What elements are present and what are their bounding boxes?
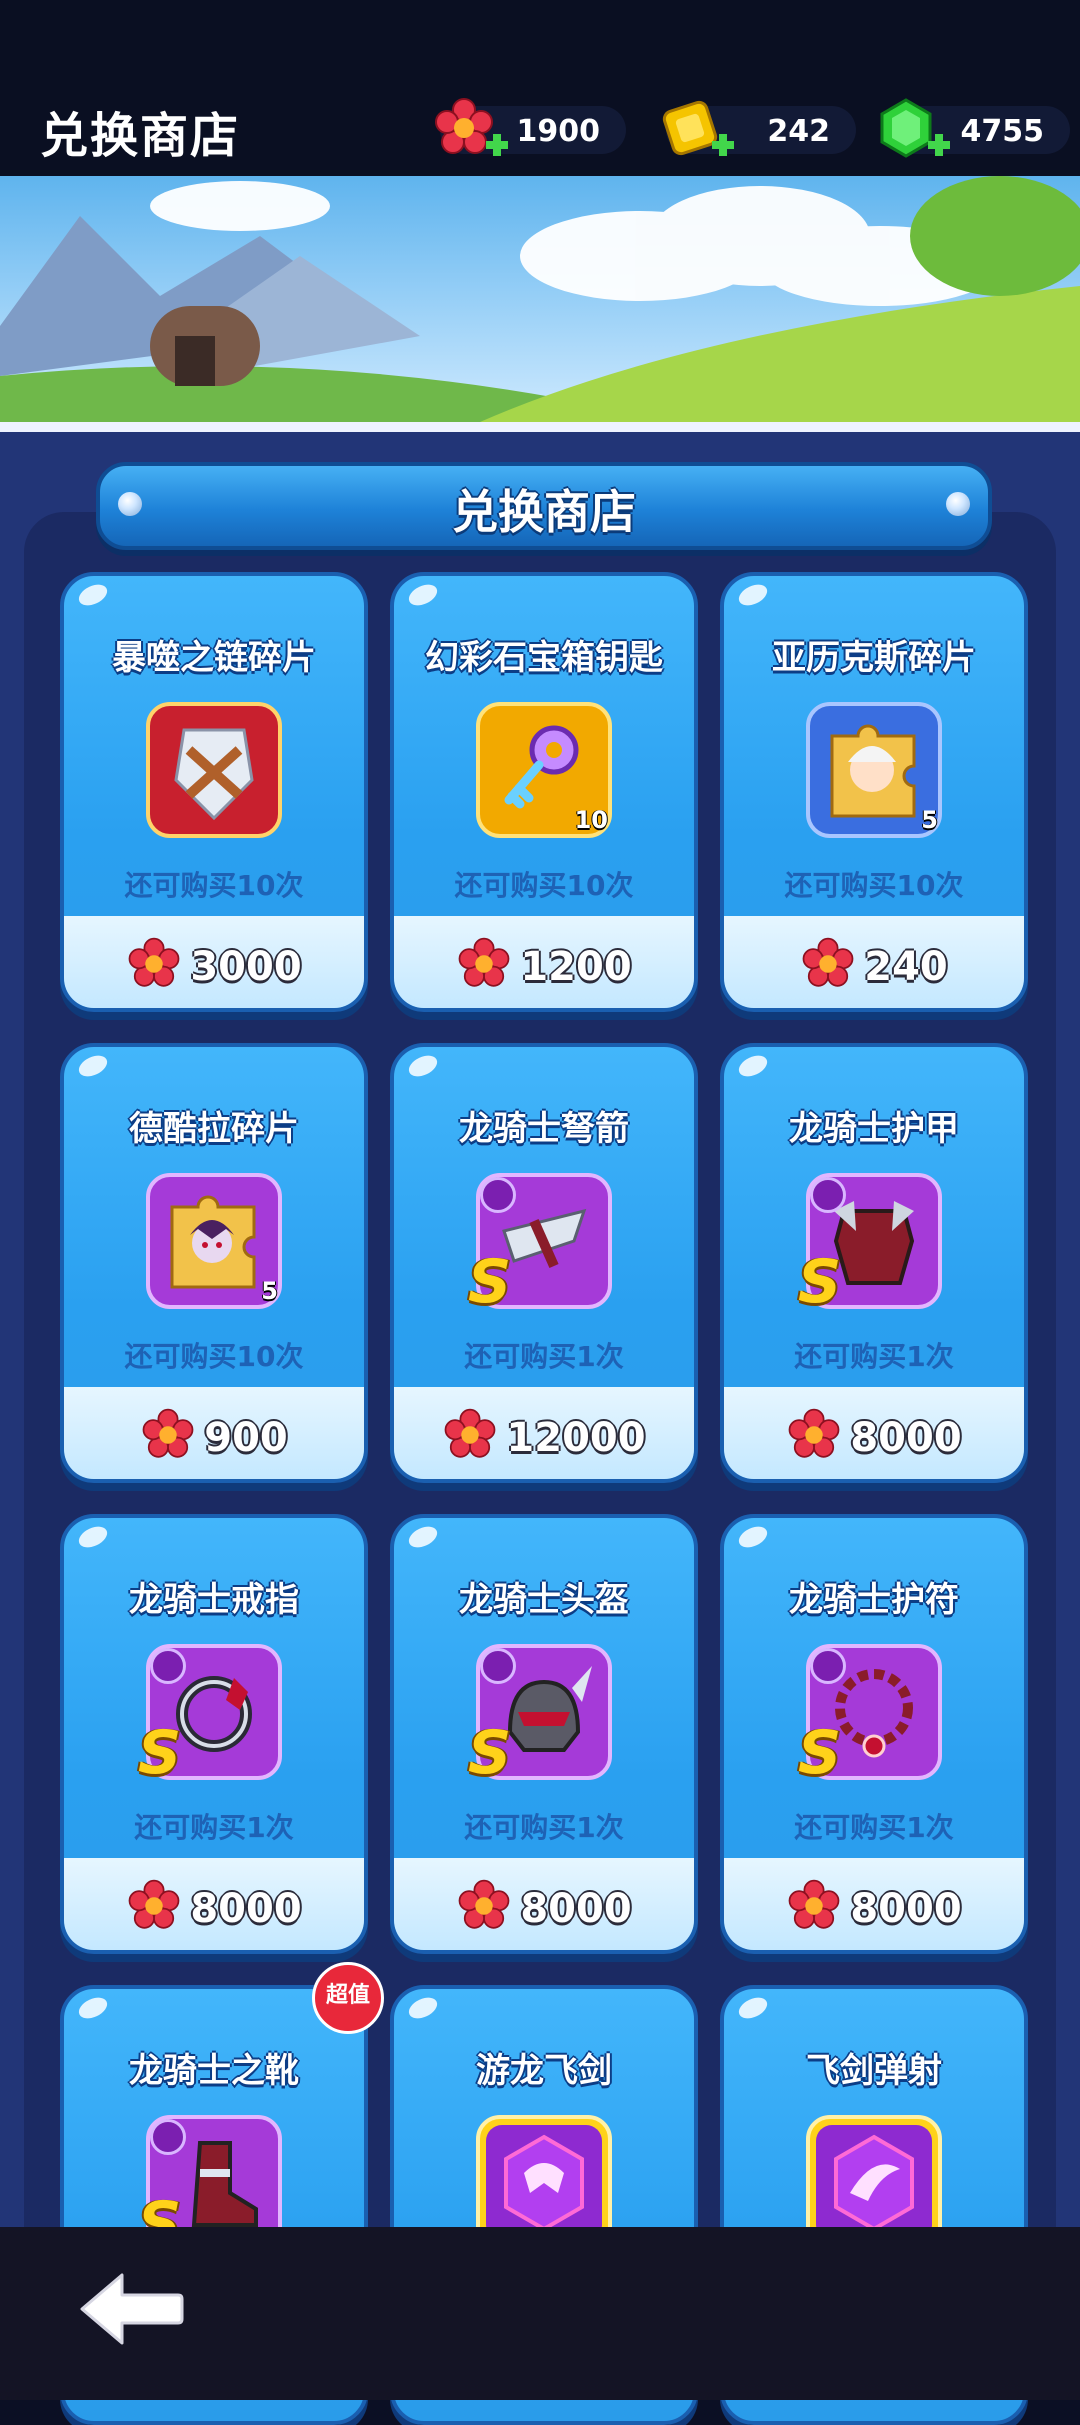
gold-currency[interactable]: 242 xyxy=(662,100,856,156)
section-title: 兑换商店 xyxy=(452,485,636,539)
shop-item-card[interactable]: 亚历克斯碎片 5 还可购买10次 240 xyxy=(720,572,1028,1012)
chain-shard-icon xyxy=(144,700,284,840)
item-name: 龙骑士戒指 xyxy=(129,1580,299,1620)
item-name: 龙骑士之靴 xyxy=(129,2051,299,2091)
page-title: 兑换商店 xyxy=(40,108,241,164)
item-quantity: 5 xyxy=(261,1277,278,1305)
item-name: 龙骑士弩箭 xyxy=(459,1109,629,1149)
slot-weapon-icon xyxy=(480,1177,516,1213)
shop-item-card[interactable]: 龙骑士弩箭 S 还可购买1次 12000 xyxy=(390,1043,698,1483)
red-flower-icon xyxy=(788,1879,840,1929)
item-name: 游龙飞剑 xyxy=(476,2051,612,2091)
item-name: 亚历克斯碎片 xyxy=(772,638,976,678)
amulet-icon: S xyxy=(798,1642,944,1788)
section-header: 兑换商店 xyxy=(96,462,992,550)
grade-label: S xyxy=(138,1718,182,1788)
item-price: 8000 xyxy=(850,1886,962,1932)
item-price: 8000 xyxy=(850,1415,962,1461)
item-price: 1200 xyxy=(520,944,632,990)
red-flower-icon xyxy=(445,1408,496,1458)
flower-currency[interactable]: 1900 xyxy=(435,98,626,156)
shop-item-card[interactable]: 德酷拉碎片 5 还可购买10次 900 xyxy=(60,1043,368,1483)
slot-helmet-icon xyxy=(480,1648,516,1684)
add-icon[interactable] xyxy=(926,132,952,158)
vampire-puzzle-icon: 5 xyxy=(144,1171,284,1311)
shop-item-card[interactable]: 幻彩石宝箱钥匙 10 还可购买10次 1200 xyxy=(390,572,698,1012)
red-flower-icon xyxy=(802,937,854,987)
grade-label: S xyxy=(468,1718,512,1788)
item-price: 3000 xyxy=(190,944,302,990)
armor-icon: S xyxy=(798,1171,944,1317)
price-button[interactable]: 8000 xyxy=(724,1858,1024,1950)
red-flower-icon xyxy=(458,937,510,987)
slot-ring-icon xyxy=(150,1648,186,1684)
gem-currency[interactable]: 4755 xyxy=(880,98,1070,158)
top-bar: 兑换商店 1900 242 4755 xyxy=(0,0,1080,176)
shop-item-card[interactable]: 龙骑士头盔 S 还可购买1次 8000 xyxy=(390,1514,698,1954)
gold-count: 242 xyxy=(767,114,830,149)
bottom-bar xyxy=(0,2227,1080,2400)
shop-item-card[interactable]: 暴噬之链碎片 还可购买10次 3000 xyxy=(60,572,368,1012)
item-price: 900 xyxy=(204,1415,288,1461)
item-name: 龙骑士护甲 xyxy=(789,1109,959,1149)
item-quantity: 5 xyxy=(921,806,938,834)
slot-amulet-icon xyxy=(810,1648,846,1684)
grade-label: S xyxy=(798,1247,842,1317)
item-price: 12000 xyxy=(506,1415,646,1461)
red-flower-icon xyxy=(128,1879,180,1929)
add-icon[interactable] xyxy=(484,132,510,158)
price-button[interactable]: 8000 xyxy=(394,1858,694,1950)
red-flower-icon xyxy=(142,1408,194,1458)
shop-item-card[interactable]: 龙骑士护符 S 还可购买1次 8000 xyxy=(720,1514,1028,1954)
red-flower-icon xyxy=(458,1879,510,1929)
price-button[interactable]: 12000 xyxy=(394,1387,694,1479)
purchase-limit: 还可购买10次 xyxy=(124,1340,304,1373)
back-button[interactable] xyxy=(76,2269,186,2349)
red-flower-icon xyxy=(128,937,180,987)
purchase-limit: 还可购买1次 xyxy=(134,1811,294,1844)
item-name: 飞剑弹射 xyxy=(806,2051,942,2091)
purchase-limit: 还可购买10次 xyxy=(784,869,964,902)
price-button[interactable]: 3000 xyxy=(64,916,364,1008)
item-name: 德酷拉碎片 xyxy=(129,1109,299,1149)
slot-boots-icon xyxy=(150,2119,186,2155)
item-price: 8000 xyxy=(190,1886,302,1932)
grade-label: S xyxy=(468,1247,512,1317)
crossbow-icon: S xyxy=(468,1171,614,1317)
add-icon[interactable] xyxy=(710,132,736,158)
purchase-limit: 还可购买1次 xyxy=(464,1811,624,1844)
price-button[interactable]: 1200 xyxy=(394,916,694,1008)
purchase-limit: 还可购买1次 xyxy=(794,1340,954,1373)
price-button[interactable]: 900 xyxy=(64,1387,364,1479)
item-quantity: 10 xyxy=(574,806,608,834)
purchase-limit: 还可购买1次 xyxy=(794,1811,954,1844)
gem-count: 4755 xyxy=(960,114,1045,149)
flower-count: 1900 xyxy=(516,114,601,149)
hot-deal-badge: 超值 xyxy=(312,1962,384,2034)
price-button[interactable]: 240 xyxy=(724,916,1024,1008)
price-button[interactable]: 8000 xyxy=(64,1858,364,1950)
shop-banner-image xyxy=(0,176,1080,432)
item-name: 暴噬之链碎片 xyxy=(112,638,316,678)
ring-icon: S xyxy=(138,1642,284,1788)
hero-puzzle-icon: 5 xyxy=(804,700,944,840)
price-button[interactable]: 8000 xyxy=(724,1387,1024,1479)
shop-item-card[interactable]: 龙骑士戒指 S 还可购买1次 8000 xyxy=(60,1514,368,1954)
back-arrow-icon xyxy=(80,2273,184,2345)
item-name: 幻彩石宝箱钥匙 xyxy=(425,638,663,678)
item-price: 8000 xyxy=(520,1886,632,1932)
grade-label: S xyxy=(798,1718,842,1788)
item-price: 240 xyxy=(864,944,948,990)
red-flower-icon xyxy=(788,1408,840,1458)
key-icon: 10 xyxy=(474,700,614,840)
slot-armor-icon xyxy=(810,1177,846,1213)
purchase-limit: 还可购买10次 xyxy=(454,869,634,902)
item-name: 龙骑士护符 xyxy=(789,1580,959,1620)
purchase-limit: 还可购买10次 xyxy=(124,869,304,902)
purchase-limit: 还可购买1次 xyxy=(464,1340,624,1373)
item-name: 龙骑士头盔 xyxy=(459,1580,629,1620)
shop-item-card[interactable]: 龙骑士护甲 S 还可购买1次 8000 xyxy=(720,1043,1028,1483)
helmet-icon: S xyxy=(468,1642,614,1788)
